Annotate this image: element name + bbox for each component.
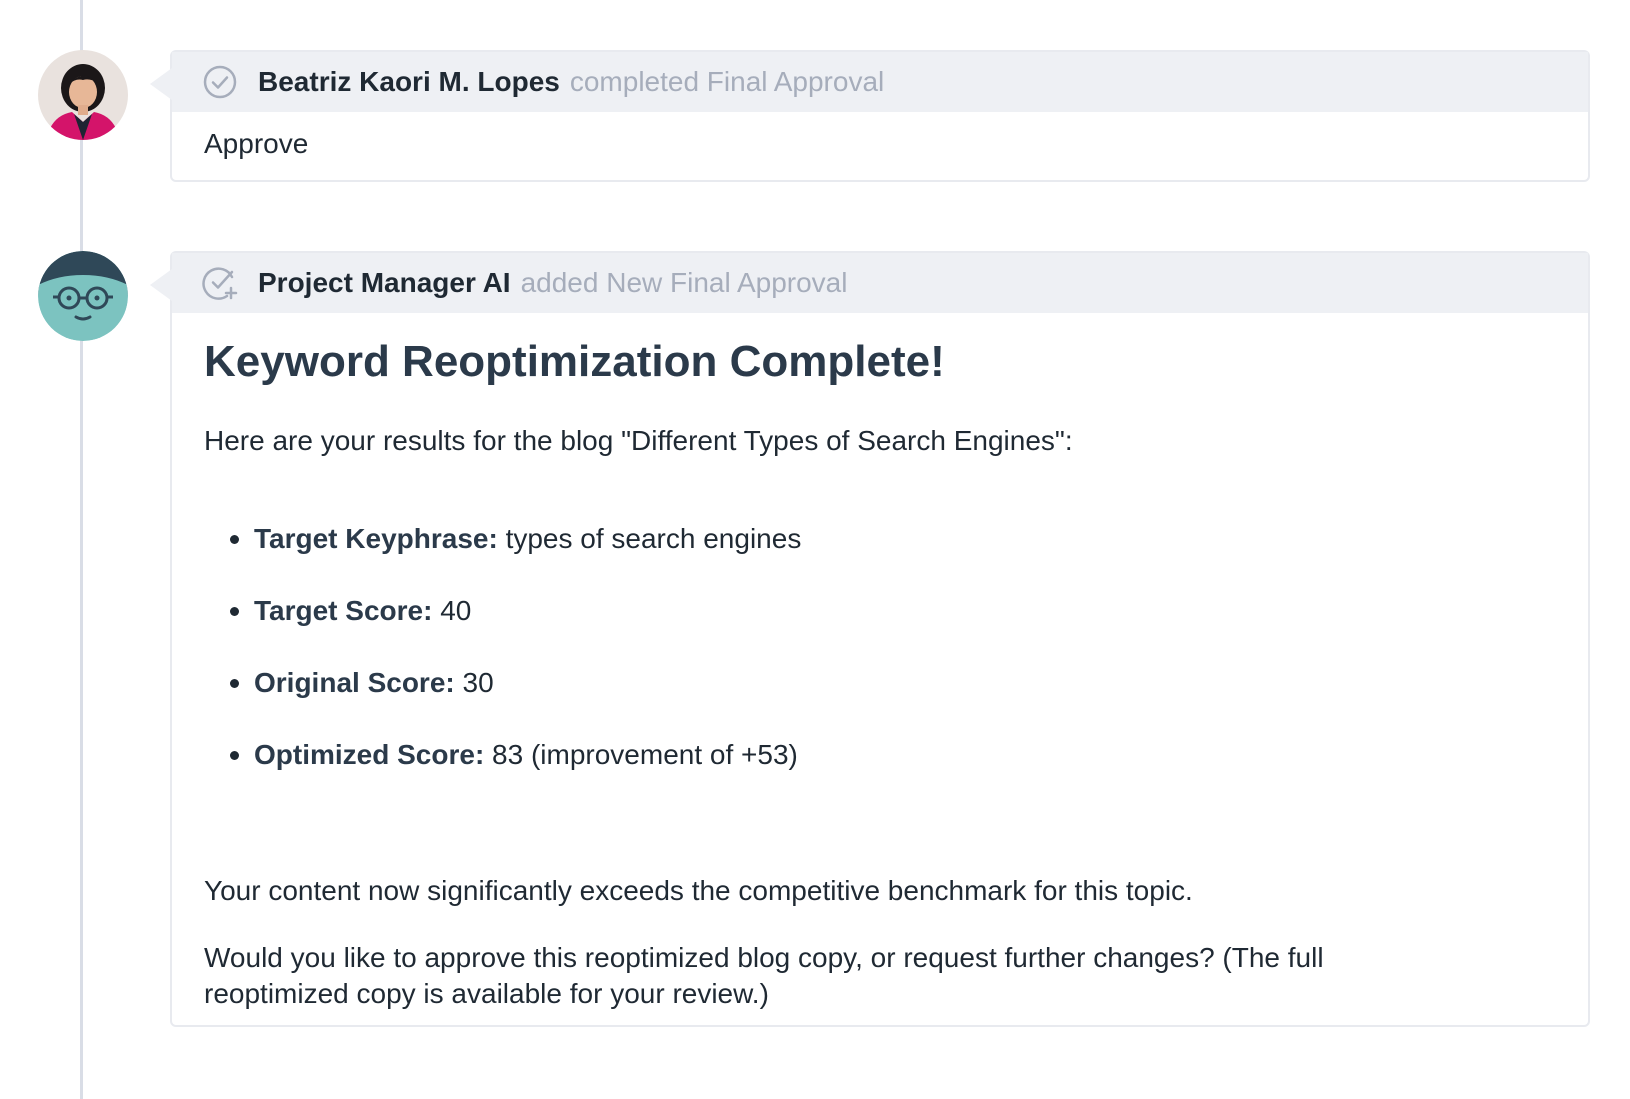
approval-decision: Approve xyxy=(204,128,309,159)
report-question: Would you like to approve this reoptimiz… xyxy=(204,941,1324,1010)
report-body: Keyword Reoptimization Complete! Here ar… xyxy=(172,313,1588,1013)
result-label: Optimized Score: xyxy=(254,739,485,771)
list-item: Target Keyphrase: types of search engine… xyxy=(204,521,1556,593)
report-summary: Your content now significantly exceeds t… xyxy=(204,875,1193,907)
result-label: Original Score: xyxy=(254,667,455,699)
result-value: 83 (improvement of +53) xyxy=(492,739,798,771)
result-label: Target Score: xyxy=(254,595,433,627)
report-headline: Keyword Reoptimization Complete! xyxy=(204,337,945,386)
activity-header: Project Manager AI added New Final Appro… xyxy=(172,253,1588,313)
bot-avatar[interactable] xyxy=(38,251,128,341)
activity-feed: Beatriz Kaori M. Lopes completed Final A… xyxy=(0,0,1630,1099)
list-item: Target Score: 40 xyxy=(204,593,1556,665)
timeline-line xyxy=(80,0,83,1099)
activity-header: Beatriz Kaori M. Lopes completed Final A… xyxy=(172,52,1588,112)
author-name[interactable]: Project Manager AI xyxy=(258,267,511,299)
activity-action: added New Final Approval xyxy=(520,267,848,298)
report-intro: Here are your results for the blog "Diff… xyxy=(204,425,1073,456)
result-value: 40 xyxy=(440,595,472,627)
card-pointer xyxy=(150,68,172,100)
activity-card-approval: Beatriz Kaori M. Lopes completed Final A… xyxy=(150,50,1590,182)
check-circle-plus-icon xyxy=(202,265,238,301)
activity-action: completed Final Approval xyxy=(569,66,885,97)
check-circle-icon xyxy=(202,64,238,100)
result-label: Target Keyphrase: xyxy=(254,523,498,555)
list-item: Optimized Score: 83 (improvement of +53) xyxy=(204,737,1556,809)
result-value: 30 xyxy=(462,667,494,699)
list-item: Original Score: 30 xyxy=(204,665,1556,737)
results-list: Target Keyphrase: types of search engine… xyxy=(204,521,1556,809)
author-name[interactable]: Beatriz Kaori M. Lopes xyxy=(258,66,560,98)
result-value: types of search engines xyxy=(505,523,802,555)
card-pointer xyxy=(150,269,172,301)
activity-card-ai-report: Project Manager AI added New Final Appro… xyxy=(150,251,1590,1027)
user-avatar[interactable] xyxy=(38,50,128,140)
